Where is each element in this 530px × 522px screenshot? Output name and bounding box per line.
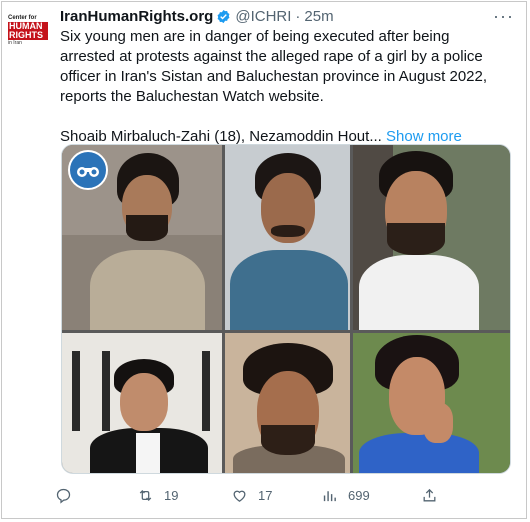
views-button[interactable]: 699: [321, 484, 370, 506]
photo-man-with-beard[interactable]: [225, 333, 350, 473]
like-button[interactable]: 17: [231, 484, 272, 506]
tweet-paragraph: Six young men are in danger of being exe…: [60, 28, 488, 105]
photo-man-in-white-shirt[interactable]: [353, 145, 510, 330]
like-count: 17: [258, 487, 273, 503]
tweet-truncated-text: Shoaib Mirbaluch-Zahi (18), Nezamoddin H…: [60, 128, 382, 145]
views-count: 699: [348, 487, 370, 503]
share-button[interactable]: [421, 484, 448, 506]
tweet-header: IranHumanRights.org @ICHRI · 25m: [60, 6, 334, 26]
retweet-count: 19: [164, 487, 179, 503]
photo-man-in-black-jacket[interactable]: [62, 333, 222, 473]
avatar-text-line2: HUMAN RIGHTS: [8, 21, 48, 40]
avatar-text-line3: in Iran: [8, 39, 22, 46]
show-more-link[interactable]: Show more: [386, 128, 462, 145]
binoculars-icon: [68, 150, 108, 190]
timestamp[interactable]: 25m: [304, 8, 333, 25]
heart-icon: [233, 490, 246, 502]
reply-icon: [56, 488, 71, 504]
reply-button[interactable]: [55, 484, 82, 506]
handle[interactable]: @ICHRI: [235, 8, 291, 25]
photo-man-in-blue-with-hand-on-chin[interactable]: [353, 333, 510, 473]
retweet-icon: [139, 489, 152, 501]
verified-badge-icon[interactable]: [216, 9, 231, 24]
tweet-actions-bar: 19 17 699: [55, 484, 495, 506]
header-separator: ·: [295, 7, 301, 25]
display-name[interactable]: IranHumanRights.org: [60, 8, 213, 25]
tweet-media-collage[interactable]: [61, 144, 511, 474]
share-icon: [423, 488, 436, 501]
views-icon: [323, 490, 336, 501]
more-options-button[interactable]: ···: [493, 6, 514, 27]
retweet-button[interactable]: 19: [137, 484, 178, 506]
avatar[interactable]: Center for HUMAN RIGHTS in Iran: [8, 10, 48, 50]
tweet-text: Six young men are in danger of being exe…: [60, 27, 500, 147]
photo-man-in-blue-shirt[interactable]: [225, 145, 350, 330]
